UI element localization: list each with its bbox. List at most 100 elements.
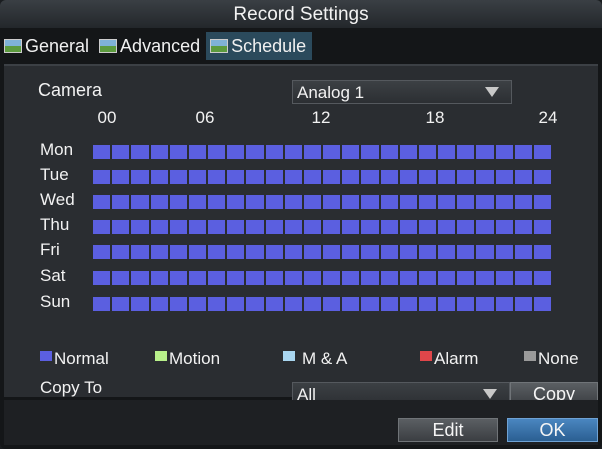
schedule-cell[interactable] <box>284 245 302 259</box>
schedule-row-thu[interactable] <box>93 220 553 234</box>
schedule-cell[interactable] <box>438 220 456 234</box>
schedule-cell[interactable] <box>265 170 283 184</box>
schedule-cell[interactable] <box>438 245 456 259</box>
schedule-cell[interactable] <box>188 220 207 234</box>
schedule-cell[interactable] <box>380 245 398 259</box>
schedule-cell[interactable] <box>246 170 264 184</box>
schedule-cell[interactable] <box>227 271 245 285</box>
schedule-cell[interactable] <box>208 170 226 184</box>
schedule-cell[interactable] <box>533 170 552 184</box>
schedule-row-sun[interactable] <box>93 297 553 311</box>
schedule-cell[interactable] <box>476 297 494 311</box>
schedule-cell[interactable] <box>323 297 341 311</box>
schedule-cell[interactable] <box>361 145 379 159</box>
schedule-cell[interactable] <box>131 271 149 285</box>
schedule-row-tue[interactable] <box>93 170 553 184</box>
schedule-cell[interactable] <box>265 271 283 285</box>
schedule-cell[interactable] <box>150 195 168 209</box>
schedule-cell[interactable] <box>188 195 207 209</box>
schedule-cell[interactable] <box>93 195 111 209</box>
schedule-cell[interactable] <box>418 145 437 159</box>
schedule-cell[interactable] <box>476 195 494 209</box>
schedule-cell[interactable] <box>188 145 207 159</box>
schedule-cell[interactable] <box>380 220 398 234</box>
schedule-cell[interactable] <box>246 271 264 285</box>
schedule-cell[interactable] <box>93 245 111 259</box>
schedule-cell[interactable] <box>284 297 302 311</box>
schedule-cell[interactable] <box>514 170 532 184</box>
schedule-cell[interactable] <box>533 220 552 234</box>
schedule-cell[interactable] <box>227 195 245 209</box>
schedule-cell[interactable] <box>533 195 552 209</box>
schedule-cell[interactable] <box>227 220 245 234</box>
schedule-cell[interactable] <box>169 245 187 259</box>
schedule-cell[interactable] <box>188 271 207 285</box>
schedule-cell[interactable] <box>495 245 513 259</box>
schedule-cell[interactable] <box>457 297 475 311</box>
schedule-cell[interactable] <box>342 195 360 209</box>
schedule-cell[interactable] <box>131 145 149 159</box>
schedule-cell[interactable] <box>514 145 532 159</box>
schedule-cell[interactable] <box>380 297 398 311</box>
schedule-cell[interactable] <box>265 297 283 311</box>
schedule-cell[interactable] <box>246 245 264 259</box>
schedule-cell[interactable] <box>246 297 264 311</box>
schedule-cell[interactable] <box>227 297 245 311</box>
schedule-cell[interactable] <box>495 145 513 159</box>
schedule-cell[interactable] <box>418 220 437 234</box>
schedule-cell[interactable] <box>150 297 168 311</box>
schedule-cell[interactable] <box>93 170 111 184</box>
schedule-cell[interactable] <box>169 220 187 234</box>
schedule-cell[interactable] <box>112 195 130 209</box>
schedule-cell[interactable] <box>438 297 456 311</box>
schedule-cell[interactable] <box>169 145 187 159</box>
schedule-cell[interactable] <box>457 220 475 234</box>
schedule-cell[interactable] <box>112 271 130 285</box>
schedule-cell[interactable] <box>438 195 456 209</box>
schedule-cell[interactable] <box>476 145 494 159</box>
schedule-cell[interactable] <box>514 245 532 259</box>
schedule-cell[interactable] <box>131 245 149 259</box>
schedule-cell[interactable] <box>208 245 226 259</box>
schedule-cell[interactable] <box>112 297 130 311</box>
schedule-cell[interactable] <box>399 145 417 159</box>
schedule-cell[interactable] <box>342 245 360 259</box>
schedule-cell[interactable] <box>399 170 417 184</box>
schedule-cell[interactable] <box>188 170 207 184</box>
schedule-cell[interactable] <box>361 271 379 285</box>
schedule-cell[interactable] <box>208 145 226 159</box>
schedule-cell[interactable] <box>533 297 552 311</box>
schedule-cell[interactable] <box>150 245 168 259</box>
schedule-cell[interactable] <box>93 297 111 311</box>
schedule-cell[interactable] <box>284 170 302 184</box>
schedule-cell[interactable] <box>495 170 513 184</box>
schedule-cell[interactable] <box>188 245 207 259</box>
schedule-cell[interactable] <box>323 271 341 285</box>
schedule-cell[interactable] <box>208 195 226 209</box>
schedule-cell[interactable] <box>208 271 226 285</box>
schedule-cell[interactable] <box>246 195 264 209</box>
schedule-cell[interactable] <box>303 145 322 159</box>
schedule-cell[interactable] <box>380 271 398 285</box>
schedule-cell[interactable] <box>303 170 322 184</box>
schedule-cell[interactable] <box>342 271 360 285</box>
schedule-cell[interactable] <box>495 297 513 311</box>
schedule-cell[interactable] <box>438 271 456 285</box>
schedule-cell[interactable] <box>533 245 552 259</box>
schedule-cell[interactable] <box>399 297 417 311</box>
schedule-cell[interactable] <box>323 245 341 259</box>
schedule-cell[interactable] <box>93 145 111 159</box>
schedule-cell[interactable] <box>361 220 379 234</box>
schedule-cell[interactable] <box>361 245 379 259</box>
schedule-cell[interactable] <box>150 220 168 234</box>
schedule-cell[interactable] <box>265 220 283 234</box>
schedule-cell[interactable] <box>514 297 532 311</box>
schedule-cell[interactable] <box>418 195 437 209</box>
schedule-cell[interactable] <box>514 271 532 285</box>
ok-button[interactable]: OK <box>507 418 598 442</box>
schedule-cell[interactable] <box>438 170 456 184</box>
schedule-cell[interactable] <box>303 220 322 234</box>
schedule-cell[interactable] <box>303 271 322 285</box>
schedule-cell[interactable] <box>399 220 417 234</box>
schedule-cell[interactable] <box>457 195 475 209</box>
